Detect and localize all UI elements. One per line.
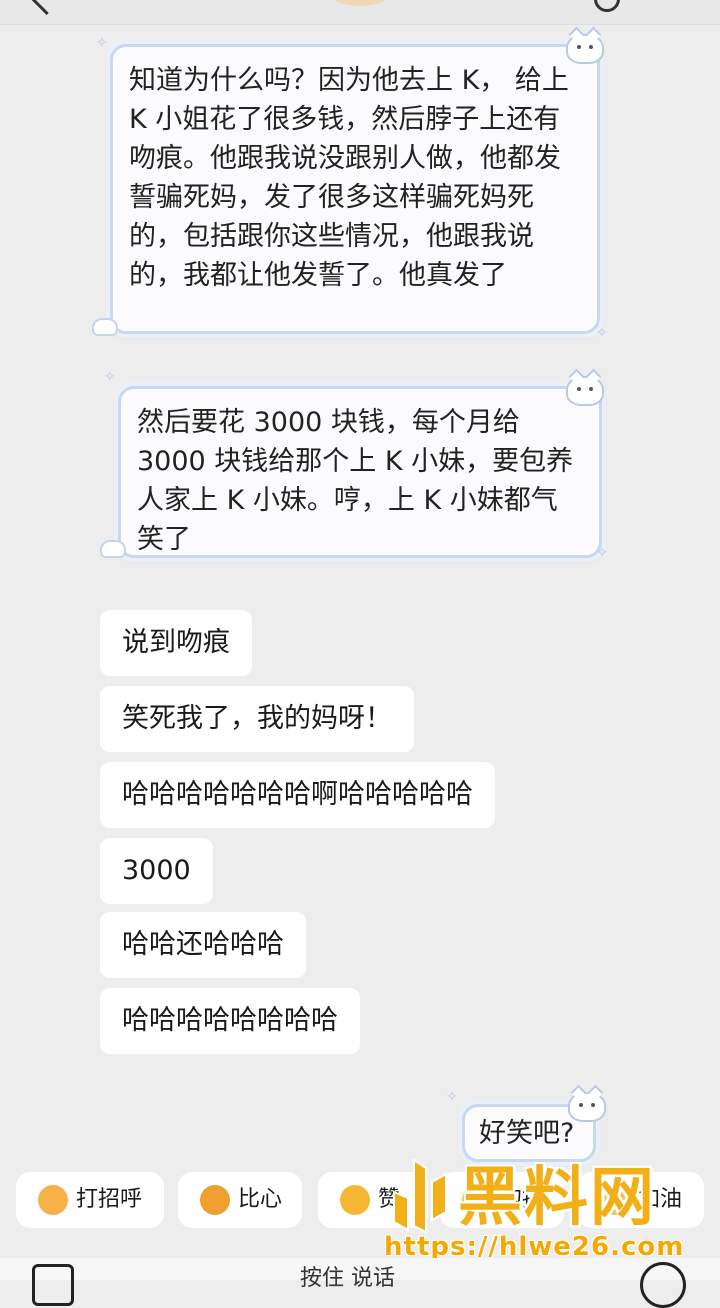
back-icon[interactable] <box>28 0 61 16</box>
search-icon[interactable] <box>594 0 620 12</box>
cat-sticker-icon <box>566 376 604 406</box>
star-icon: ✧ <box>596 325 608 341</box>
heart-emoji-icon <box>200 1185 230 1215</box>
hold-to-talk-button[interactable]: 按住 说话 <box>300 1260 395 1292</box>
chip-label: 打招呼 <box>76 1187 143 1212</box>
top-bar <box>0 0 720 25</box>
message-text: 说到吻痕 <box>122 627 230 658</box>
message-text: 笑死我了，我的妈呀！ <box>122 703 392 734</box>
star-icon: ✧ <box>446 1089 458 1105</box>
voice-toggle-icon[interactable] <box>32 1264 74 1306</box>
received-message-bubble[interactable]: 说到吻痕 <box>100 610 252 676</box>
bun-sticker-icon <box>92 318 118 336</box>
received-message-bubble[interactable]: 哈哈哈哈哈哈哈哈 <box>100 988 360 1054</box>
greet-emoji-icon <box>38 1185 68 1215</box>
message-text: 3000 <box>122 855 191 886</box>
received-message-bubble[interactable]: 3000 <box>100 838 213 904</box>
bun-sticker-icon <box>100 540 126 558</box>
message-text: 哈哈还哈哈哈 <box>122 929 284 960</box>
received-message-bubble[interactable]: 哈哈哈哈哈哈哈啊哈哈哈哈哈 <box>100 762 495 828</box>
star-icon: ✧ <box>104 369 116 385</box>
star-icon: ✧ <box>596 545 608 561</box>
emoji-icon[interactable] <box>640 1262 686 1308</box>
chip-label: 比心 <box>238 1187 283 1212</box>
thumbs-up-icon <box>340 1185 370 1215</box>
cat-sticker-icon <box>568 1092 606 1122</box>
sent-message-bubble[interactable]: 知道为什么吗？因为他去上 K， 给上 K 小姐花了很多钱，然后脖子上还有吻痕。他… <box>110 44 600 334</box>
sent-message-bubble[interactable]: 然后要花 3000 块钱，每个月给 3000 块钱给那个上 K 小妹，要包养人家… <box>118 386 602 558</box>
cat-sticker-icon <box>566 34 604 64</box>
watermark-logo-icon <box>393 1158 447 1234</box>
message-text: 知道为什么吗？因为他去上 K， 给上 K 小姐花了很多钱，然后脖子上还有吻痕。他… <box>129 65 569 291</box>
quick-reply-greet[interactable]: 打招呼 <box>16 1172 164 1228</box>
received-message-bubble[interactable]: 笑死我了，我的妈呀！ <box>100 686 414 752</box>
input-bar: 按住 说话 <box>0 1258 720 1308</box>
quick-reply-heart[interactable]: 比心 <box>178 1172 302 1228</box>
message-text: 哈哈哈哈哈哈哈啊哈哈哈哈哈 <box>122 779 473 810</box>
message-text: 哈哈哈哈哈哈哈哈 <box>122 1005 338 1036</box>
received-message-bubble[interactable]: 哈哈还哈哈哈 <box>100 912 306 978</box>
watermark-title: 黑料网 <box>458 1161 656 1235</box>
star-icon: ✧ <box>96 35 108 51</box>
avatar[interactable] <box>330 0 390 6</box>
message-text: 然后要花 3000 块钱，每个月给 3000 块钱给那个上 K 小妹，要包养人家… <box>137 407 574 555</box>
